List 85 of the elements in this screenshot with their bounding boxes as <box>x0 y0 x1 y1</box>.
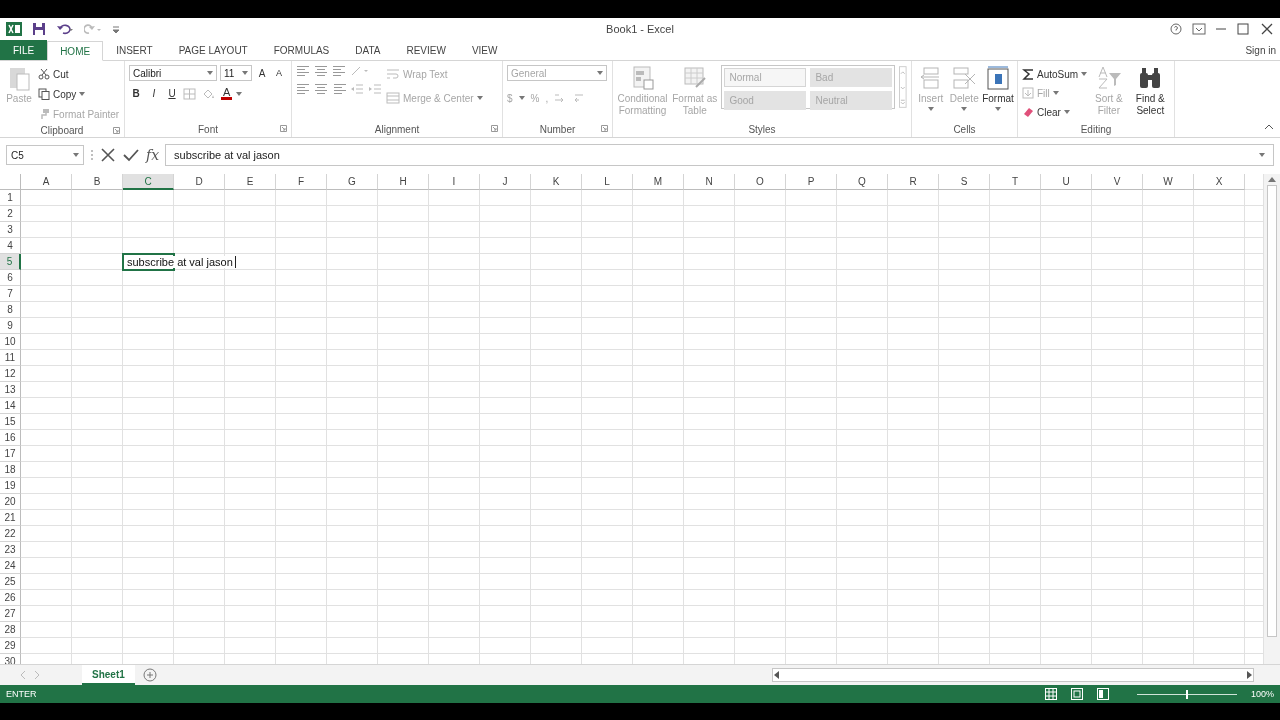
font-style-button[interactable]: U <box>165 88 179 99</box>
font-name-field[interactable]: Calibri <box>129 65 217 81</box>
column-header[interactable]: D <box>174 174 225 190</box>
column-header[interactable]: G <box>327 174 378 190</box>
column-header[interactable]: T <box>990 174 1041 190</box>
autosum-button[interactable]: AutoSum <box>1022 65 1088 83</box>
row-header[interactable]: 29 <box>0 638 21 654</box>
row-header[interactable]: 8 <box>0 302 21 318</box>
column-header[interactable]: C <box>123 174 174 190</box>
row-header[interactable]: 11 <box>0 350 21 366</box>
row-header[interactable]: 4 <box>0 238 21 254</box>
column-header[interactable]: L <box>582 174 633 190</box>
row-header[interactable]: 18 <box>0 462 21 478</box>
column-header[interactable]: U <box>1041 174 1092 190</box>
row-header[interactable]: 6 <box>0 270 21 286</box>
clear-button[interactable]: Clear <box>1022 103 1088 121</box>
row-header[interactable]: 25 <box>0 574 21 590</box>
sign-in-link[interactable]: Sign in <box>1245 44 1280 56</box>
row-header[interactable]: 7 <box>0 286 21 302</box>
insert-function-button[interactable]: fx <box>146 147 160 163</box>
column-header[interactable]: A <box>21 174 72 190</box>
column-header[interactable]: X <box>1194 174 1245 190</box>
row-header[interactable]: 17 <box>0 446 21 462</box>
column-header[interactable]: N <box>684 174 735 190</box>
row-header[interactable]: 12 <box>0 366 21 382</box>
window-title: Book1 - Excel <box>606 23 674 35</box>
row-header[interactable]: 19 <box>0 478 21 494</box>
column-header[interactable]: M <box>633 174 684 190</box>
file-tab[interactable]: FILE <box>0 40 48 60</box>
ribbon-tab[interactable]: HOME <box>47 41 104 61</box>
row-header[interactable]: 16 <box>0 430 21 446</box>
column-header[interactable]: Q <box>837 174 888 190</box>
cell-editor[interactable]: subscribe at val jason <box>125 256 236 268</box>
font-style-button[interactable]: B <box>129 88 143 99</box>
formula-field[interactable]: subscribe at val jason <box>165 144 1274 166</box>
column-header[interactable]: S <box>939 174 990 190</box>
row-header[interactable]: 24 <box>0 558 21 574</box>
row-header[interactable]: 26 <box>0 590 21 606</box>
row-header[interactable]: 14 <box>0 398 21 414</box>
row-header[interactable]: 2 <box>0 206 21 222</box>
row-header[interactable]: 27 <box>0 606 21 622</box>
sheet-tab[interactable]: Sheet1 <box>82 665 135 685</box>
zoom-level[interactable]: 100% <box>1250 689 1274 699</box>
row-header[interactable]: 15 <box>0 414 21 430</box>
group-label: Styles <box>748 123 776 135</box>
row-header[interactable]: 28 <box>0 622 21 638</box>
column-header[interactable]: O <box>735 174 786 190</box>
column-header[interactable]: B <box>72 174 123 190</box>
cells-button[interactable]: Format <box>983 65 1013 121</box>
clipboard-action[interactable]: Copy <box>38 85 120 103</box>
row-header[interactable]: 10 <box>0 334 21 350</box>
row-header[interactable]: 9 <box>0 318 21 334</box>
status-mode: ENTER <box>6 689 37 699</box>
column-header[interactable]: R <box>888 174 939 190</box>
group-label: Font <box>198 123 218 135</box>
font-style-button[interactable]: I <box>147 88 161 99</box>
column-header[interactable]: J <box>480 174 531 190</box>
column-header[interactable]: E <box>225 174 276 190</box>
row-header[interactable]: 23 <box>0 542 21 558</box>
row-header[interactable]: 13 <box>0 382 21 398</box>
name-box[interactable]: C5 <box>6 145 84 165</box>
row-header[interactable]: 5 <box>0 254 21 270</box>
find-select-button[interactable]: Find & Select <box>1130 65 1170 121</box>
font-size-field[interactable]: 11 <box>220 65 252 81</box>
group-label: Cells <box>953 123 976 135</box>
row-header[interactable]: 20 <box>0 494 21 510</box>
column-header[interactable]: P <box>786 174 837 190</box>
row-header[interactable]: 21 <box>0 510 21 526</box>
row-header[interactable]: 22 <box>0 526 21 542</box>
clipboard-action[interactable]: Cut <box>38 65 120 83</box>
group-label: Editing <box>1080 123 1112 135</box>
column-header[interactable]: F <box>276 174 327 190</box>
column-header[interactable]: V <box>1092 174 1143 190</box>
column-header[interactable]: H <box>378 174 429 190</box>
group-label: Clipboard <box>40 124 84 136</box>
row-header[interactable]: 1 <box>0 190 21 206</box>
column-header[interactable]: K <box>531 174 582 190</box>
group-label: Number <box>539 123 576 135</box>
column-header[interactable]: I <box>429 174 480 190</box>
font-color-button[interactable]: A <box>221 87 233 100</box>
row-header[interactable]: 3 <box>0 222 21 238</box>
group-label: Alignment <box>374 123 420 135</box>
grow-font-button[interactable]: A <box>255 67 269 79</box>
shrink-font-button[interactable]: A <box>272 68 286 78</box>
column-header[interactable]: W <box>1143 174 1194 190</box>
